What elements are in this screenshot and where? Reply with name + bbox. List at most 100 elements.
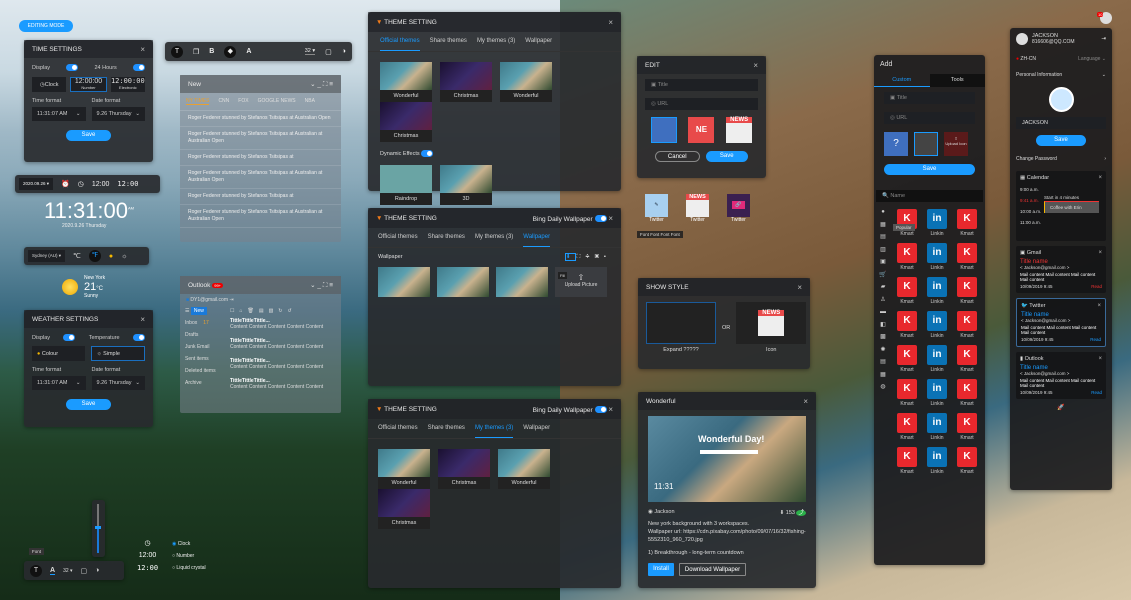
temperature-toggle[interactable]	[132, 334, 145, 341]
close-icon[interactable]: ×	[1097, 303, 1101, 309]
share-icon[interactable]: ⤴	[796, 510, 806, 516]
contrast-icon[interactable]: ◑	[342, 48, 346, 55]
app-tile[interactable]: K Kmart	[895, 345, 919, 373]
theme-tab[interactable]: Wallpaper	[523, 419, 550, 438]
profile-photo[interactable]	[1048, 87, 1074, 112]
mail-item[interactable]: TittleTittleTittle... Content Content Con…	[230, 338, 339, 350]
app-tile[interactable]: K Kmart	[895, 413, 919, 441]
app-tile[interactable]: K Kmart	[955, 243, 979, 271]
clock-style-option[interactable]: ◷ Clock	[32, 77, 67, 92]
bing-toggle[interactable]	[594, 215, 607, 223]
wallpaper-thumb-selected[interactable]	[378, 267, 430, 297]
close-icon[interactable]: ×	[140, 45, 145, 54]
time-format-select[interactable]: 11:31:07 AM ⌄	[32, 376, 86, 390]
news-tab[interactable]: FOX	[238, 98, 248, 105]
mail-item[interactable]: TittleTittleTittle... Content Content Con…	[230, 378, 339, 390]
logout-icon[interactable]: ⇥	[1101, 36, 1106, 42]
app-tile[interactable]: K Kmart	[895, 447, 919, 475]
desktop-icon[interactable]: NEWS Twitter	[686, 194, 709, 223]
personal-info-toggle[interactable]: Personal Information ⌄	[1010, 68, 1112, 82]
editing-mode-button[interactable]: EDITING MODE	[19, 20, 73, 32]
theme-tab[interactable]: Share themes	[428, 228, 465, 247]
icon-option-help[interactable]: ?	[884, 132, 908, 156]
widget-controls[interactable]: ⌄ _ ⛶ ≡	[310, 281, 333, 290]
folder-item[interactable]: Archive	[185, 380, 223, 386]
download-wallpaper-button[interactable]: Download Wallpaper	[679, 563, 746, 576]
theme-tab[interactable]: Wallpaper	[523, 228, 551, 247]
desktop-icon[interactable]: ✎ Twitter	[645, 194, 668, 223]
theme-thumb[interactable]: Christmas	[378, 489, 430, 529]
electronic-style-option[interactable]: 12:00:00 Electronic	[110, 77, 145, 92]
news-tab[interactable]: NY TIMES	[186, 98, 210, 105]
theme-thumb[interactable]: Christmas	[440, 62, 492, 102]
copy-icon[interactable]: ❐	[193, 48, 199, 56]
app-tile[interactable]: K Kmart	[895, 311, 919, 339]
24-hours-toggle[interactable]	[132, 64, 145, 71]
name-input[interactable]: JACKSON	[1016, 117, 1106, 129]
expand-style-option[interactable]	[646, 302, 716, 344]
colour-option[interactable]: ● Colour	[32, 346, 85, 361]
size-slider[interactable]	[92, 500, 105, 557]
app-tile[interactable]: K Kmart	[955, 209, 979, 237]
tab-custom[interactable]: Custom	[874, 74, 930, 87]
bing-toggle[interactable]	[594, 406, 607, 414]
icon-option-news[interactable]: NEWS	[726, 117, 753, 143]
news-tab[interactable]: CNN	[218, 98, 229, 105]
app-tile[interactable]: in Linkin	[925, 379, 949, 407]
font-color-button[interactable]: A	[246, 48, 251, 55]
read-link[interactable]: Read	[1091, 284, 1102, 289]
close-icon[interactable]: ×	[608, 405, 613, 414]
fahrenheit-button[interactable]: ℉	[88, 250, 101, 262]
date-select[interactable]: 2020.09.26 ▾	[19, 178, 54, 190]
contrast-icon[interactable]: ◑	[95, 567, 99, 574]
theme-thumb[interactable]: Wonderful	[498, 449, 550, 489]
app-tile[interactable]: K Kmart	[955, 311, 979, 339]
language-select[interactable]: Language ⌄	[1078, 56, 1106, 62]
clock-number-option[interactable]: 12:00	[92, 181, 110, 188]
save-button[interactable]: Save	[1036, 135, 1086, 146]
app-tile[interactable]: in Linkin	[925, 209, 949, 237]
close-icon[interactable]: ×	[1098, 175, 1102, 181]
icon-option-app[interactable]	[650, 117, 677, 143]
app-tile[interactable]: in Linkin	[925, 413, 949, 441]
app-tile[interactable]: K Kmart	[895, 277, 919, 305]
news-item[interactable]: Roger Federer stunned by Stefanos Tsitsi…	[180, 111, 341, 127]
number-style-option[interactable]: 12:00:00 Number	[70, 77, 107, 92]
category-sidebar[interactable]: ● ▦ ▤ ▥ ▣ 🛒 ▰ ♙ ▬ ◧ ▩ ✺ ▤ ▦ ◍	[874, 206, 892, 478]
theme-tab[interactable]: Official themes	[378, 419, 418, 438]
app-tile[interactable]: in Linkin	[925, 277, 949, 305]
news-tab[interactable]: GOOGLE NEWS	[258, 98, 296, 105]
app-tile[interactable]: K Kmart	[955, 447, 979, 475]
sun-simple-icon[interactable]: ☼	[121, 253, 127, 260]
calendar-event[interactable]: Coffee with Erin	[1044, 201, 1099, 213]
close-icon[interactable]: ×	[1098, 250, 1102, 256]
clock-lcd-option[interactable]: 12:00	[117, 180, 138, 188]
icon-option-blank[interactable]	[914, 132, 938, 156]
close-icon[interactable]: ×	[608, 214, 613, 223]
cancel-button[interactable]: Cancel	[655, 151, 700, 162]
close-icon[interactable]: ×	[803, 397, 808, 406]
mail-item[interactable]: TittleTittleTittle... Content Content Con…	[230, 318, 339, 330]
folder-item[interactable]: Inbox 17	[185, 320, 223, 326]
app-tile[interactable]: in Linkin	[925, 345, 949, 373]
mail-toolbar[interactable]: ☐⌂🗑▤▧↻↺	[230, 308, 339, 314]
fill-color-icon[interactable]: ◆	[224, 45, 237, 58]
news-item[interactable]: Roger Federer stunned by Stefanos Tsitsi…	[180, 127, 341, 150]
font-size-select[interactable]: 32 ▾	[63, 568, 72, 574]
theme-tab[interactable]: My themes (3)	[474, 419, 514, 438]
border-icon[interactable]: ▢	[81, 567, 88, 575]
date-format-select[interactable]: 9.26 Thursday ⌄	[91, 107, 145, 121]
news-item[interactable]: Roger Federer stunned by Stefanos Tsitsi…	[180, 189, 341, 205]
celsius-button[interactable]: ℃	[73, 252, 81, 260]
theme-tab[interactable]: Share themes	[430, 32, 467, 51]
theme-tab[interactable]: Official themes	[378, 228, 418, 247]
url-input[interactable]: ◎ URL	[884, 112, 975, 124]
app-tile[interactable]: K Kmart	[955, 413, 979, 441]
news-item[interactable]: Roger Federer stunned by Stefanos Tsitsi…	[180, 205, 341, 228]
clock-icon[interactable]: ◷	[78, 180, 84, 188]
widget-controls[interactable]: ⌄ _ ⛶ ≡	[310, 80, 333, 89]
sun-colour-icon[interactable]: ●	[109, 253, 113, 260]
close-icon[interactable]: ×	[608, 18, 613, 27]
logout-icon[interactable]: ⇥	[229, 297, 233, 303]
save-button[interactable]: Save	[66, 130, 111, 141]
